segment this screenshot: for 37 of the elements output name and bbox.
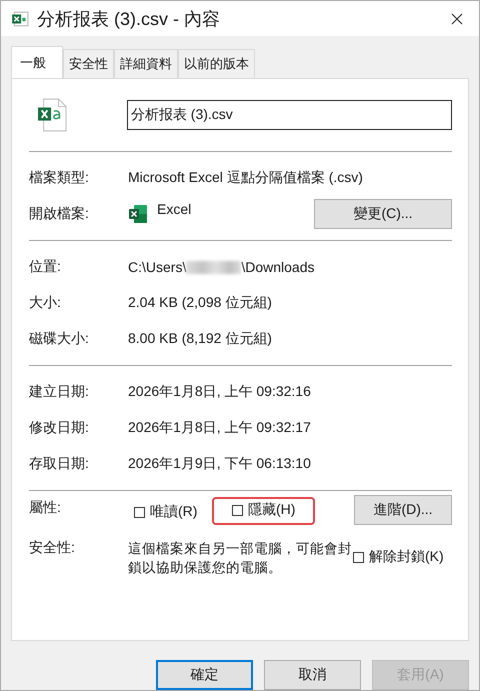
- dialog-button[interactable]: 取消: [264, 660, 361, 690]
- checkbox[interactable]: 解除封鎖(K): [353, 548, 444, 566]
- window-title: 分析报表 (3).csv - 內容: [37, 8, 221, 30]
- field-label: 大小:: [29, 294, 62, 312]
- field-label: 開啟檔案:: [29, 205, 90, 223]
- tab[interactable]: 安全性: [63, 49, 114, 78]
- path-text: C:\Users\: [128, 259, 186, 275]
- tab[interactable]: 一般: [11, 46, 63, 78]
- field-label: 屬性:: [29, 499, 62, 517]
- field-value: 2.04 KB (2,098 位元組): [128, 294, 273, 312]
- field-value: 2026年1月8日, 上午 09:32:16: [128, 383, 312, 401]
- field-value: 8.00 KB (8,192 位元組): [128, 330, 273, 348]
- spreadsheet-file-icon: [38, 98, 68, 132]
- path-text: \Downloads: [241, 259, 314, 275]
- checkbox[interactable]: 隱藏(H): [232, 501, 296, 519]
- field-label: 修改日期:: [29, 419, 90, 437]
- field-label: 建立日期:: [29, 383, 90, 401]
- spreadsheet-file-icon: [11, 10, 29, 28]
- field-label: 位置:: [29, 258, 62, 276]
- field-label: 存取日期:: [29, 455, 90, 473]
- field-label: 檔案類型:: [29, 169, 90, 187]
- field-label: 安全性:: [29, 539, 76, 557]
- app-name: Excel: [157, 201, 192, 217]
- tab[interactable]: 以前的版本: [178, 49, 255, 78]
- field-label: 磁碟大小:: [29, 330, 90, 348]
- field-value: 2026年1月9日, 下午 06:13:10: [128, 455, 312, 473]
- tab[interactable]: 詳細資料: [114, 49, 178, 78]
- spreadsheet-app-icon: [128, 204, 148, 224]
- file-name-field[interactable]: 分析报表 (3).csv: [126, 100, 452, 130]
- dialog-button[interactable]: 確定: [156, 660, 253, 690]
- checkbox[interactable]: 唯讀(R): [134, 503, 206, 521]
- change-button[interactable]: 變更(C)...: [314, 199, 452, 229]
- field-value: 2026年1月8日, 上午 09:32:17: [128, 419, 312, 437]
- security-text: 這個檔案來自另一部電腦，可能會封鎖以協助保護您的電腦。: [128, 540, 353, 577]
- field-value: Microsoft Excel 逗點分隔值檔案 (.csv): [128, 169, 364, 187]
- advanced-button[interactable]: 進階(D)...: [354, 495, 452, 525]
- close-icon[interactable]: [451, 12, 463, 24]
